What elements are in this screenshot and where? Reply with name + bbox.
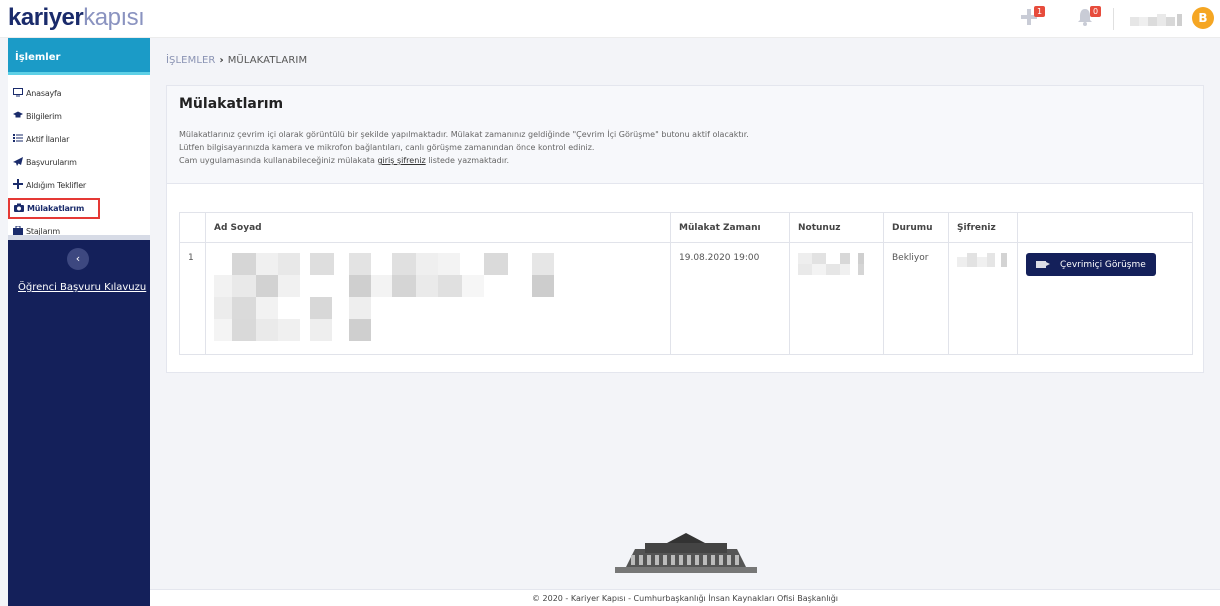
logo-text-secondary: kapısı	[83, 4, 145, 31]
page-title: Mülakatlarım	[179, 96, 284, 112]
collapse-sidebar-button[interactable]: ‹	[67, 248, 89, 270]
breadcrumb: İŞLEMLER › MÜLAKATLARIM	[166, 55, 307, 66]
interviews-table: Ad Soyad Mülakat Zamanı Notunuz Durumu Ş…	[179, 212, 1193, 355]
student-guide-link[interactable]: Öğrenci Başvuru Kılavuzu	[18, 282, 146, 293]
monitor-icon	[13, 87, 25, 100]
column-header-password: Şifreniz	[948, 212, 1018, 243]
online-interview-label: Çevrimiçi Görüşme	[1060, 259, 1146, 270]
logo[interactable]: kariyerkapısı	[8, 4, 145, 32]
blurred-grade	[798, 253, 864, 275]
breadcrumb-root[interactable]: İŞLEMLER	[166, 55, 215, 66]
add-icon[interactable]: 1	[1018, 6, 1045, 28]
description-text: listede yazmaktadır.	[425, 156, 510, 165]
cell-name-blurred	[205, 242, 671, 355]
list-icon	[13, 134, 25, 145]
sidebar-item-label: Anasayfa	[26, 89, 62, 98]
header-divider	[1113, 8, 1114, 30]
sidebar-item-active-listings[interactable]: Aktif İlanlar	[8, 128, 150, 151]
column-header-index	[179, 212, 206, 243]
cell-status: Bekliyor	[883, 242, 949, 355]
breadcrumb-current: MÜLAKATLARIM	[227, 55, 308, 66]
cell-interview-time: 19.08.2020 19:00	[670, 242, 790, 355]
cell-action: Çevrimiçi Görüşme	[1017, 242, 1193, 355]
logo-text-primary: kariyer	[8, 4, 84, 31]
paper-plane-icon	[13, 156, 25, 169]
cell-index: 1	[179, 242, 206, 355]
cell-grade-blurred	[789, 242, 884, 355]
graduation-cap-icon	[13, 111, 25, 122]
sidebar-item-interviews[interactable]: Mülakatlarım	[8, 198, 100, 219]
sidebar-item-home[interactable]: Anasayfa	[8, 82, 150, 105]
column-header-grade: Notunuz	[789, 212, 884, 243]
table-row: 1 19.08.2020 19:00 Bekliyor Çevrimiçi Gö…	[179, 242, 1193, 355]
sidebar-bottom-panel: ‹ Öğrenci Başvuru Kılavuzu	[8, 235, 150, 606]
column-header-name: Ad Soyad	[205, 212, 671, 243]
password-link[interactable]: giriş şifreniz	[377, 156, 425, 165]
sidebar: İşlemler Anasayfa Bilgilerim Aktif İlanl…	[8, 38, 150, 606]
description-line: Cam uygulamasında kullanabileceğiniz mül…	[179, 154, 1191, 167]
panel-header: Mülakatlarım Mülakatlarınız çevrim içi o…	[167, 86, 1203, 184]
blurred-name	[214, 253, 554, 341]
bell-icon[interactable]: 0	[1074, 6, 1101, 28]
plus-icon	[13, 179, 25, 192]
description-text: Cam uygulamasında kullanabileceğiniz mül…	[179, 156, 378, 165]
notification-badge: 0	[1090, 6, 1101, 17]
column-header-time: Mülakat Zamanı	[670, 212, 790, 243]
sidebar-item-label: Başvurularım	[26, 158, 77, 167]
description-line: Mülakatlarınız çevrim içi olarak görüntü…	[179, 130, 749, 139]
online-interview-button[interactable]: Çevrimiçi Görüşme	[1026, 253, 1156, 276]
column-header-action	[1017, 212, 1193, 243]
table-header-row: Ad Soyad Mülakat Zamanı Notunuz Durumu Ş…	[179, 212, 1193, 243]
chevron-left-icon: ‹	[75, 252, 81, 265]
video-camera-icon	[1036, 261, 1050, 268]
column-header-status: Durumu	[883, 212, 949, 243]
interviews-panel: Mülakatlarım Mülakatlarınız çevrim içi o…	[166, 85, 1204, 373]
presidential-complex-illustration	[615, 529, 757, 574]
top-bar: kariyerkapısı 1 0 B	[0, 0, 1220, 38]
header-icons: 1 0 B	[1000, 0, 1220, 38]
sidebar-item-label: Bilgilerim	[26, 112, 62, 121]
sidebar-item-label: Mülakatlarım	[27, 204, 85, 213]
sidebar-title: İşlemler	[8, 38, 150, 75]
sidebar-item-applications[interactable]: Başvurularım	[8, 151, 150, 174]
description-line: Lütfen bilgisayarınızda kamera ve mikrof…	[179, 143, 595, 152]
avatar[interactable]: B	[1192, 7, 1214, 29]
camera-icon	[14, 203, 26, 215]
footer: © 2020 - Kariyer Kapısı - Cumhurbaşkanlı…	[150, 589, 1220, 606]
sidebar-item-label: Aldığım Teklifler	[26, 181, 87, 190]
cell-password-blurred	[948, 242, 1018, 355]
blurred-password	[957, 253, 1007, 267]
sidebar-item-label: Aktif İlanlar	[26, 135, 70, 144]
sidebar-item-profile[interactable]: Bilgilerim	[8, 105, 150, 128]
cart-badge: 1	[1034, 6, 1045, 17]
panel-description: Mülakatlarınız çevrim içi olarak görüntü…	[179, 128, 1191, 167]
breadcrumb-separator-icon: ›	[219, 55, 224, 66]
sidebar-item-offers[interactable]: Aldığım Teklifler	[8, 174, 150, 197]
user-name-blurred[interactable]	[1130, 11, 1186, 26]
